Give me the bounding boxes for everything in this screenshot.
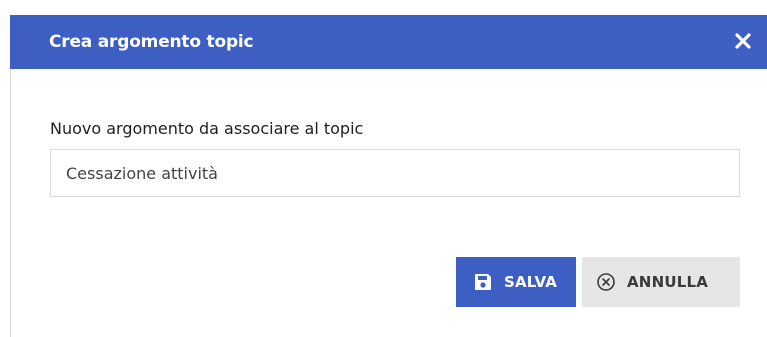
close-icon [735,33,751,49]
cancel-button-label: ANNULLA [627,273,709,291]
cancel-button[interactable]: ANNULLA [582,257,740,307]
topic-argument-label: Nuovo argomento da associare al topic [50,119,364,138]
create-topic-dialog: Crea argomento topic Nuovo argomento da … [0,0,767,337]
close-button[interactable] [732,30,754,52]
save-button-label: SALVA [504,273,558,291]
save-button[interactable]: SALVA [456,257,576,307]
dialog-title: Crea argomento topic [49,32,254,52]
floppy-disk-icon [472,271,494,293]
dialog-header: Crea argomento topic [10,15,767,69]
topic-argument-input[interactable] [50,149,740,197]
circle-x-icon [595,271,617,293]
dialog-left-border [10,69,11,337]
